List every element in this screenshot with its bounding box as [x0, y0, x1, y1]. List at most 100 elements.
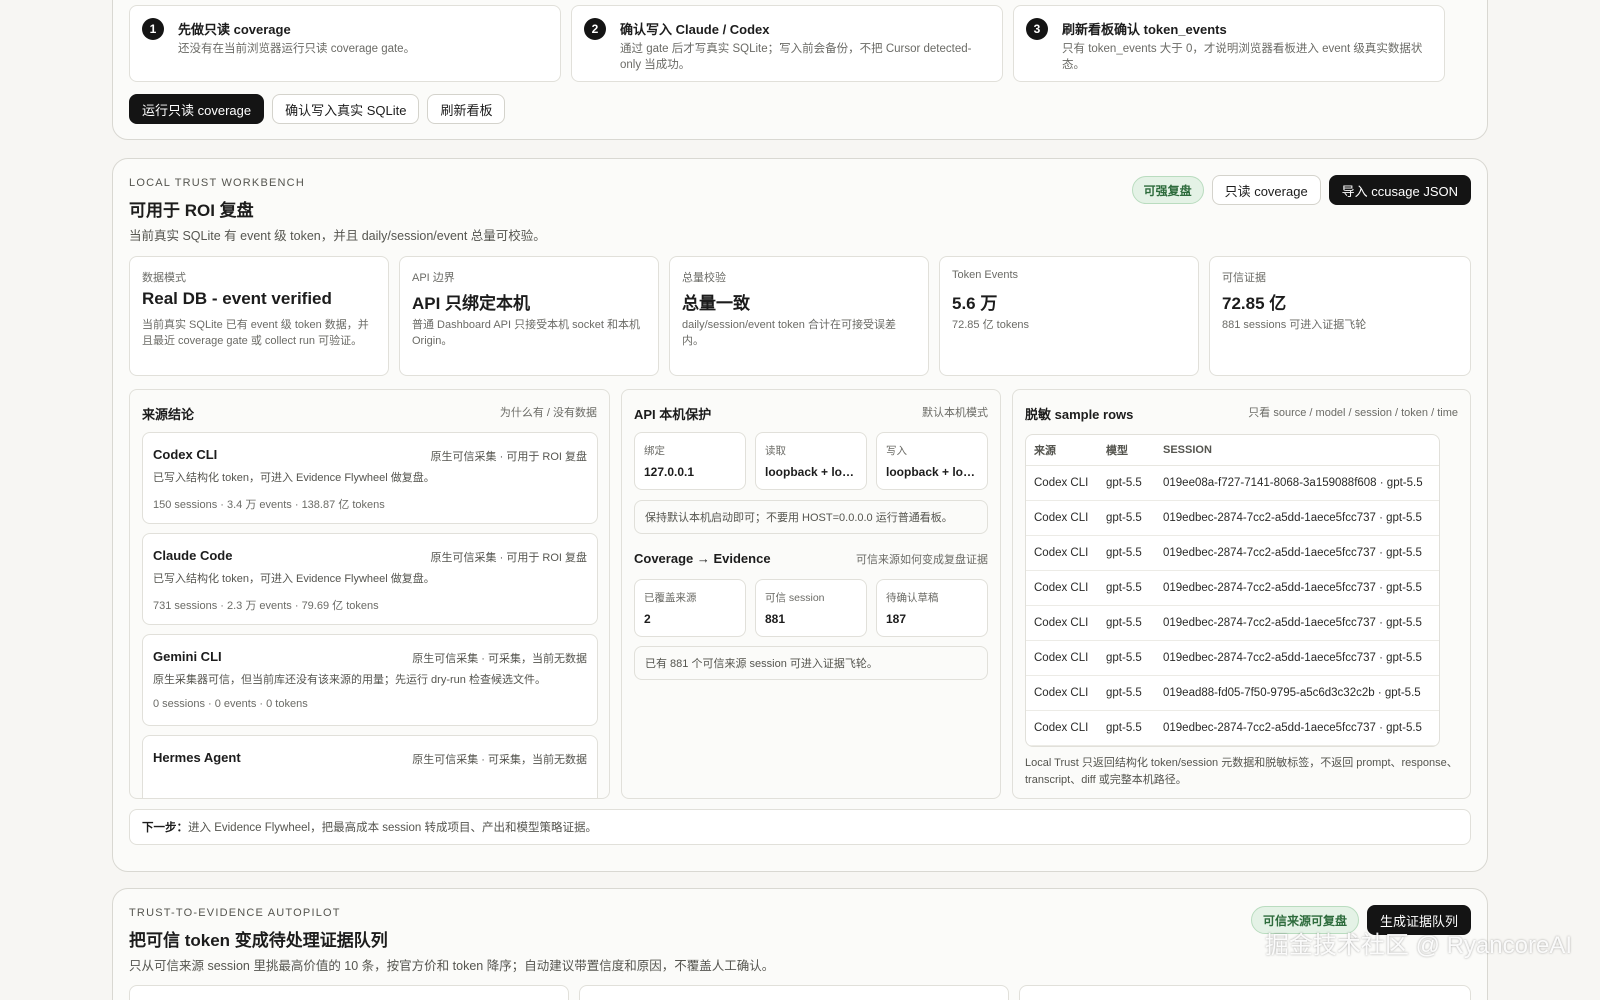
metric-card-api-boundary: API 边界 API 只绑定本机 普通 Dashboard API 只接受本机 …	[399, 256, 659, 376]
metric-value: Real DB - event verified	[142, 289, 332, 308]
run-coverage-button[interactable]: 运行只读 coverage	[129, 94, 265, 124]
metric-desc: daily/session/event token 合计在可接受误差内。	[682, 319, 896, 347]
mini-value: 881	[765, 612, 786, 626]
step-title: 先做只读 coverage	[178, 22, 291, 37]
column-header: 模型	[1098, 435, 1155, 466]
autopilot-title: 把可信 token 变成待处理证据队列	[129, 931, 388, 950]
mini-value: loopback + local origin	[765, 465, 860, 479]
table-row[interactable]: Codex CLI gpt-5.5 019edbec-2874-7cc2-a5dd-…	[1026, 500, 1439, 536]
metric-label: 可信证据	[1222, 272, 1266, 284]
cell-model: gpt-5.5	[1098, 465, 1155, 501]
table-header-row: 来源 模型 SESSION	[1026, 435, 1439, 466]
status-badge: 可强复盘	[1131, 176, 1204, 204]
pending-drafts-card: 待确认草稿 187	[876, 579, 988, 637]
metric-desc: 72.85 亿 tokens	[952, 319, 1030, 331]
source-name: Hermes Agent	[153, 750, 241, 765]
api-note: 保持默认本机启动即可；不要用 HOST=0.0.0.0 运行普通看板。	[634, 500, 988, 534]
table-row[interactable]: Codex CLI gpt-5.5 019edbec-2874-7cc2-a5dd-…	[1026, 605, 1439, 641]
section-hint: 为什么有 / 没有数据	[499, 407, 597, 419]
next-step-bar: 下一步： 进入 Evidence Flywheel，把最高成本 session …	[129, 809, 1471, 845]
table-row[interactable]: Codex CLI gpt-5.5 019edbec-2874-7cc2-a5dd-…	[1026, 640, 1439, 676]
table-row[interactable]: Codex CLI gpt-5.5 019edbec-2874-7cc2-a5dd-…	[1026, 710, 1439, 746]
column-header: 来源	[1026, 435, 1098, 466]
cell-session: 019edbec-2874-7cc2-a5dd-1aece5fcc737 · g…	[1155, 500, 1439, 536]
readonly-coverage-button[interactable]: 只读 coverage	[1211, 175, 1321, 205]
table-row[interactable]: Codex CLI gpt-5.5 019edbec-2874-7cc2-a5dd-…	[1026, 570, 1439, 606]
source-stats: 0 sessions · 0 events · 0 tokens	[153, 698, 308, 710]
mini-value: 2	[644, 612, 651, 626]
source-status: 原生可信采集 · 可采集，当前无数据	[412, 754, 587, 766]
steps-panel: 1 先做只读 coverage 还没有在当前浏览器运行只读 coverage g…	[112, 0, 1488, 140]
sample-table[interactable]: 来源 模型 SESSION Codex CLI gpt-5.5 019ee08a-f…	[1025, 434, 1440, 747]
cell-session: 019edbec-2874-7cc2-a5dd-1aece5fcc737 · g…	[1155, 535, 1439, 571]
step-desc: 还没有在当前浏览器运行只读 coverage gate。	[178, 43, 416, 55]
cell-session: 019ee08a-f727-7141-8068-3a159088f608 · g…	[1155, 465, 1439, 501]
source-conclusion-section: 来源结论 为什么有 / 没有数据 Codex CLI 原生可信采集 · 可用于 …	[129, 389, 610, 799]
section-title: API 本机保护	[634, 407, 712, 422]
cell-source: Codex CLI	[1026, 640, 1098, 676]
column-header: SESSION	[1155, 435, 1439, 466]
import-ccusage-button[interactable]: 导入 ccusage JSON	[1328, 175, 1471, 205]
workbench-eyebrow: LOCAL TRUST WORKBENCH	[129, 177, 305, 189]
source-card-claude[interactable]: Claude Code 原生可信采集 · 可用于 ROI 复盘 已写入结构化 t…	[142, 533, 598, 625]
cell-session: 019edbec-2874-7cc2-a5dd-1aece5fcc737 · g…	[1155, 710, 1439, 746]
source-card-hermes[interactable]: Hermes Agent 原生可信采集 · 可采集，当前无数据	[142, 735, 598, 798]
step-card-2: 2 确认写入 Claude / Codex 通过 gate 后才写真实 SQLi…	[571, 5, 1003, 82]
source-desc: 已写入结构化 token，可进入 Evidence Flywheel 做复盘。	[153, 472, 435, 484]
source-status: 原生可信采集 · 可采集，当前无数据	[412, 653, 587, 665]
table-row[interactable]: Codex CLI gpt-5.5 019ee08a-f727-7141-8068-…	[1026, 465, 1439, 501]
step-number: 2	[584, 18, 606, 40]
section-title: 来源结论	[142, 407, 195, 422]
metric-value: 总量一致	[682, 294, 750, 313]
refresh-dashboard-button[interactable]: 刷新看板	[427, 94, 506, 124]
cell-source: Codex CLI	[1026, 500, 1098, 536]
cell-model: gpt-5.5	[1098, 500, 1155, 536]
sample-footer-note: Local Trust 只返回结构化 token/session 元数据和脱敏标…	[1025, 757, 1458, 786]
mini-value: 127.0.0.1	[644, 465, 695, 479]
metric-value: 5.6 万	[952, 294, 998, 313]
table-row[interactable]: Codex CLI gpt-5.5 019edbec-2874-7cc2-a5dd-…	[1026, 535, 1439, 571]
cell-session: 019ead88-fd05-7f50-9795-a5c6d3c32c2b · g…	[1155, 675, 1439, 711]
step-title: 刷新看板确认 token_events	[1062, 22, 1227, 37]
source-status: 原生可信采集 · 可用于 ROI 复盘	[430, 451, 587, 463]
covered-sources-card: 已覆盖来源 2	[634, 579, 746, 637]
table-row[interactable]: Codex CLI gpt-5.5 019ead88-fd05-7f50-9795-…	[1026, 675, 1439, 711]
sample-rows-section: 脱敏 sample rows 只看 source / model / sessi…	[1012, 389, 1471, 799]
step-number: 3	[1026, 18, 1048, 40]
source-stats: 150 sessions · 3.4 万 events · 138.87 亿 t…	[153, 499, 385, 511]
cell-model: gpt-5.5	[1098, 675, 1155, 711]
mini-label: 待确认草稿	[886, 592, 939, 604]
mini-label: 绑定	[644, 445, 665, 457]
step-desc: 只有 token_events 大于 0，才说明浏览器看板进入 event 级真…	[1062, 43, 1423, 71]
metric-card-token-events: Token Events 5.6 万 72.85 亿 tokens	[939, 256, 1199, 376]
mini-label: 读取	[765, 445, 786, 457]
coverage-hint: 可信来源如何变成复盘证据	[856, 554, 988, 566]
metric-card-total-check: 总量校验 总量一致 daily/session/event token 合计在可…	[669, 256, 929, 376]
coverage-title: Coverage → Evidence	[634, 551, 771, 566]
source-card-gemini[interactable]: Gemini CLI 原生可信采集 · 可采集，当前无数据 原生采集器可信，但当…	[142, 634, 598, 726]
cell-source: Codex CLI	[1026, 605, 1098, 641]
step-desc: 通过 gate 后才写真实 SQLite；写入前会备份，不把 Cursor de…	[620, 43, 972, 71]
source-stats: 731 sessions · 2.3 万 events · 79.69 亿 to…	[153, 600, 379, 612]
api-read-card: 读取 loopback + local origin	[755, 432, 867, 490]
section-title: 脱敏 sample rows	[1025, 407, 1134, 422]
cell-source: Codex CLI	[1026, 465, 1098, 501]
metric-label: API 边界	[412, 272, 455, 284]
cell-session: 019edbec-2874-7cc2-a5dd-1aece5fcc737 · g…	[1155, 570, 1439, 606]
cell-model: gpt-5.5	[1098, 710, 1155, 746]
source-card-codex[interactable]: Codex CLI 原生可信采集 · 可用于 ROI 复盘 已写入结构化 tok…	[142, 432, 598, 524]
confirm-write-button[interactable]: 确认写入真实 SQLite	[272, 94, 420, 124]
api-write-card: 写入 loopback + local origin	[876, 432, 988, 490]
step-card-1: 1 先做只读 coverage 还没有在当前浏览器运行只读 coverage g…	[129, 5, 561, 82]
metric-label: Token Events	[952, 269, 1019, 281]
cell-model: gpt-5.5	[1098, 570, 1155, 606]
api-protection-section: API 本机保护 默认本机模式 绑定 127.0.0.1 读取 loopback…	[621, 389, 1001, 799]
step-number: 1	[142, 18, 164, 40]
workbench-subtitle: 当前真实 SQLite 有 event 级 token，并且 daily/ses…	[129, 229, 546, 243]
section-hint: 默认本机模式	[922, 407, 988, 419]
workbench-panel: LOCAL TRUST WORKBENCH 可用于 ROI 复盘 当前真实 SQ…	[112, 158, 1488, 872]
mini-label: 可信 session	[765, 592, 825, 604]
source-desc: 已写入结构化 token，可进入 Evidence Flywheel 做复盘。	[153, 573, 435, 585]
cell-session: 019edbec-2874-7cc2-a5dd-1aece5fcc737 · g…	[1155, 640, 1439, 676]
source-name: Claude Code	[153, 548, 233, 563]
